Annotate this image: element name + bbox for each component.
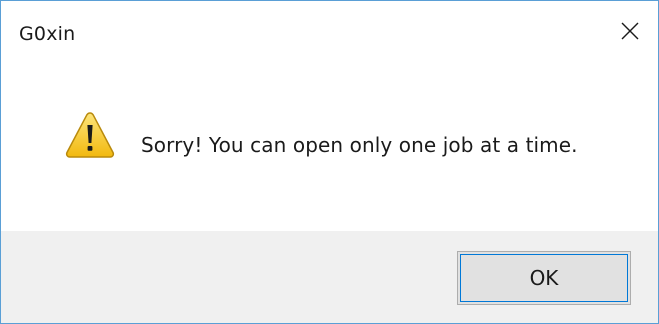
dialog-content: Sorry! You can open only one job at a ti…: [1, 63, 658, 231]
button-bar: OK: [1, 231, 658, 323]
message-dialog: G0xin Sorry! You can open only one job a…: [0, 0, 659, 324]
ok-button[interactable]: OK: [457, 251, 631, 305]
title-bar[interactable]: G0xin: [1, 1, 658, 63]
close-button[interactable]: [602, 7, 658, 55]
close-icon: [621, 22, 639, 40]
message-text: Sorry! You can open only one job at a ti…: [141, 133, 578, 157]
warning-icon: [65, 112, 115, 158]
window-title: G0xin: [19, 23, 76, 45]
ok-button-label: OK: [529, 266, 559, 290]
